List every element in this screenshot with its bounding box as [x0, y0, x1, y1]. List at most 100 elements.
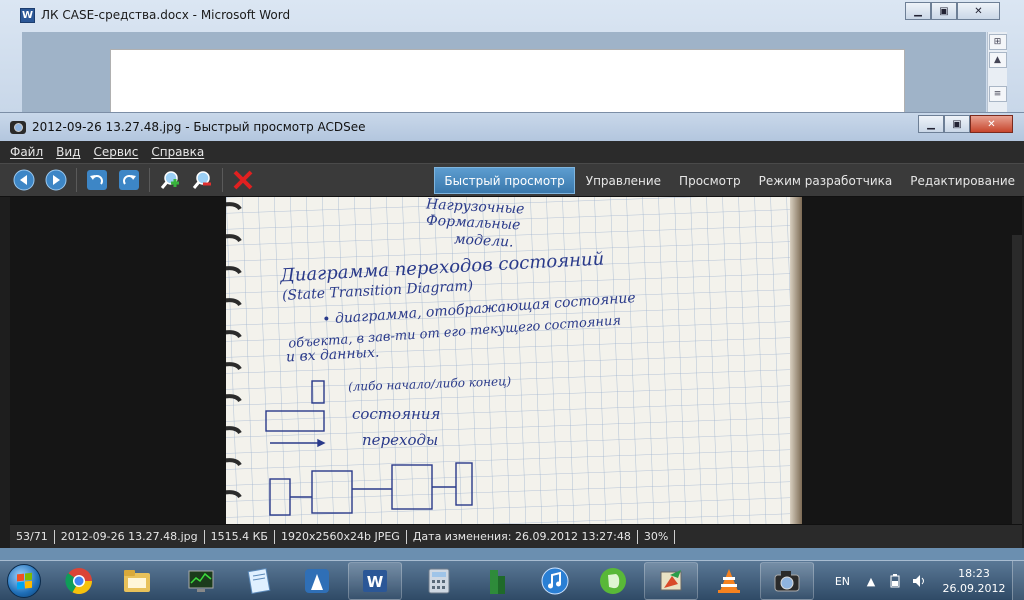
word-page[interactable]: [110, 49, 905, 120]
delete-x-icon: [233, 170, 253, 190]
camera-icon: [10, 120, 26, 134]
taskbar-building-app[interactable]: [470, 562, 524, 600]
clock[interactable]: 18:23 26.09.2012: [936, 566, 1012, 596]
acdsee-window[interactable]: 2012-09-26 13.27.48.jpg - Быстрый просмо…: [0, 112, 1024, 548]
rotate-right-button[interactable]: [117, 168, 141, 192]
status-modified: Дата изменения: 26.09.2012 13:27:48: [407, 529, 638, 544]
scroll-up-icon[interactable]: ▲: [988, 52, 1007, 68]
tab-manage[interactable]: Управление: [577, 167, 670, 194]
battery-icon[interactable]: [888, 574, 902, 588]
show-desktop-button[interactable]: [1012, 561, 1024, 600]
tab-edit[interactable]: Редактирование: [901, 167, 1024, 194]
taskbar-evernote[interactable]: [586, 562, 640, 600]
word-icon: W: [363, 569, 387, 592]
maximize-button[interactable]: ▣: [944, 115, 970, 133]
minimize-button[interactable]: ▁: [918, 115, 944, 133]
photo-legend-3: переходы: [362, 431, 439, 449]
arrow-left-icon: [13, 169, 35, 191]
taskbar: W EN ▲ 18:23 26.09.2012: [0, 560, 1024, 600]
windows-logo-icon: [7, 563, 41, 598]
word-window-title: ЛК CASE-средства.docx - Microsoft Word: [41, 8, 291, 22]
notebook-photo: Нагрузочные Формальные модели. Диаграмма…: [226, 197, 802, 524]
status-filename: 2012-09-26 13.27.48.jpg: [55, 529, 205, 544]
menu-service[interactable]: Сервис: [93, 145, 138, 159]
delete-button[interactable]: [231, 168, 255, 192]
taskbar-paint-app[interactable]: [644, 561, 698, 600]
word-window[interactable]: W ЛК CASE-средства.docx - Microsoft Word…: [0, 0, 1024, 120]
person-app-icon: [305, 568, 329, 593]
ruler-toggle-icon[interactable]: ⊞: [988, 34, 1007, 50]
word-vertical-scrollbar[interactable]: ⊞ ▲ ≡: [987, 32, 1007, 120]
system-tray: EN ▲ 18:23 26.09.2012: [835, 561, 1024, 600]
viewer-scrollbar[interactable]: [1012, 235, 1022, 524]
tab-quick-view[interactable]: Быстрый просмотр: [434, 167, 575, 194]
language-indicator[interactable]: EN: [835, 575, 850, 588]
arrow-right-icon: [45, 169, 67, 191]
clock-date: 26.09.2012: [942, 582, 1006, 595]
itunes-icon: [541, 567, 569, 594]
close-button[interactable]: ✕: [957, 2, 1000, 20]
next-image-button[interactable]: [44, 168, 68, 192]
minimize-button[interactable]: ▁: [905, 2, 931, 20]
system-monitor-icon: [188, 570, 214, 592]
close-button[interactable]: ✕: [970, 115, 1013, 133]
photo-edge: [790, 197, 802, 524]
word-window-controls: ▁ ▣ ✕: [905, 2, 1000, 20]
status-filesize: 1515.4 КБ: [205, 529, 275, 544]
maximize-button[interactable]: ▣: [931, 2, 957, 20]
volume-icon[interactable]: [912, 574, 926, 588]
menu-help[interactable]: Справка: [151, 145, 204, 159]
toolbar-separator: [76, 168, 77, 192]
rotate-right-icon: [119, 170, 139, 190]
evernote-icon: [600, 567, 626, 594]
menu-view[interactable]: Вид: [56, 145, 80, 159]
calculator-icon: [428, 568, 450, 593]
tab-developer[interactable]: Режим разработчика: [750, 167, 902, 194]
taskbar-itunes[interactable]: [528, 562, 582, 600]
paint-icon: [660, 569, 682, 590]
taskbar-calculator[interactable]: [412, 562, 466, 600]
folder-icon: [124, 569, 150, 592]
zoom-in-icon: [160, 171, 179, 189]
building-icon: [490, 569, 505, 594]
mode-tabs: Быстрый просмотр Управление Просмотр Реж…: [434, 164, 1024, 197]
taskbar-word[interactable]: W: [348, 561, 402, 600]
word-titlebar[interactable]: W ЛК CASE-средства.docx - Microsoft Word: [20, 5, 290, 25]
menu-file[interactable]: Файл: [10, 145, 43, 159]
status-zoom: 30%: [638, 529, 676, 544]
vlc-icon: [718, 568, 740, 593]
taskbar-chrome[interactable]: [52, 562, 106, 600]
chrome-icon: [65, 567, 93, 594]
tab-view[interactable]: Просмотр: [670, 167, 750, 194]
clock-time: 18:23: [958, 567, 990, 580]
photo-heading-3: модели.: [453, 231, 514, 251]
zoom-out-button[interactable]: [190, 168, 214, 192]
taskbar-app-blue[interactable]: [290, 562, 344, 600]
acdsee-camera-icon: [774, 570, 800, 591]
taskbar-explorer[interactable]: [110, 562, 164, 600]
image-viewport[interactable]: Нагрузочные Формальные модели. Диаграмма…: [10, 197, 1022, 524]
menu-bar: Файл Вид Сервис Справка: [0, 141, 1024, 163]
scroll-thumb[interactable]: ≡: [988, 86, 1007, 102]
toolbar: Быстрый просмотр Управление Просмотр Реж…: [0, 163, 1024, 197]
taskbar-notepad[interactable]: [232, 562, 286, 600]
photo-legend-2: состояния: [352, 405, 441, 423]
zoom-in-button[interactable]: [158, 168, 182, 192]
toolbar-separator: [222, 168, 223, 192]
start-button[interactable]: [0, 561, 48, 600]
rotate-left-icon: [87, 170, 107, 190]
acdsee-titlebar[interactable]: 2012-09-26 13.27.48.jpg - Быстрый просмо…: [0, 113, 1024, 141]
acdsee-window-controls: ▁ ▣ ✕: [918, 115, 1013, 133]
taskbar-acdsee[interactable]: [760, 561, 814, 600]
toolbar-separator: [149, 168, 150, 192]
image-counter: 53/71: [10, 529, 55, 544]
zoom-out-icon: [192, 171, 211, 189]
notepad-icon: [247, 567, 271, 594]
svg-text:W: W: [367, 573, 384, 591]
show-hidden-icons-icon[interactable]: ▲: [864, 574, 878, 588]
taskbar-monitor[interactable]: [174, 562, 228, 600]
previous-image-button[interactable]: [12, 168, 36, 192]
status-dimensions: 1920x2560x24b JPEG: [275, 529, 407, 544]
rotate-left-button[interactable]: [85, 168, 109, 192]
taskbar-vlc[interactable]: [702, 562, 756, 600]
